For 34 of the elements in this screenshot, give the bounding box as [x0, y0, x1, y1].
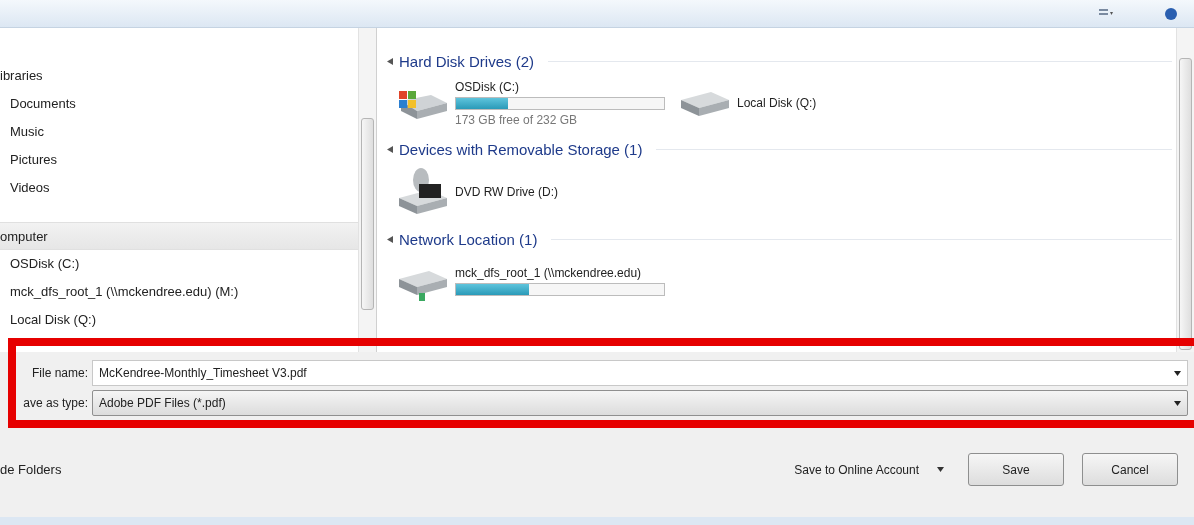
- dropdown-arrow-icon[interactable]: [1174, 370, 1181, 376]
- dialog-button[interactable]: Cancel: [1082, 453, 1178, 486]
- group-heading[interactable]: Network Location (1): [399, 230, 538, 248]
- file-name-field[interactable]: McKendree-Monthly_Timesheet V3.pdf: [92, 360, 1188, 386]
- dialog-button[interactable]: Save: [968, 453, 1064, 486]
- drive-name: OSDisk (C:): [455, 79, 520, 94]
- nav-item[interactable]: mck_dfs_root_1 (\\mckendree.edu) (M:): [0, 278, 358, 306]
- field-label: File name:: [30, 366, 89, 380]
- nav-item[interactable]: Pictures: [0, 146, 358, 174]
- online-account-menu[interactable]: Save to Online Account: [794, 462, 944, 477]
- scrollbar[interactable]: [358, 28, 376, 352]
- collapse-icon[interactable]: [387, 57, 393, 65]
- group-heading[interactable]: Devices with Removable Storage (1): [399, 140, 643, 158]
- free-space-text: 173 GB free of 232 GB: [455, 112, 579, 127]
- nav-group[interactable]: ibraries: [0, 62, 358, 90]
- hide-folders-link[interactable]: de Folders: [0, 462, 62, 477]
- drive-name: Local Disk (Q:): [737, 96, 817, 110]
- nav-item[interactable]: Documents: [0, 90, 358, 118]
- nav-group[interactable]: omputer: [0, 222, 358, 250]
- scrollbar[interactable]: [1176, 28, 1194, 352]
- file-type-dropdown[interactable]: Adobe PDF Files (*.pdf): [92, 390, 1188, 416]
- drive-name: mck_dfs_root_1 (\\mckendree.edu): [455, 266, 643, 280]
- nav-item[interactable]: Music: [0, 118, 358, 146]
- dropdown-arrow-icon[interactable]: [1174, 400, 1181, 406]
- drive-name: DVD RW Drive (D:): [455, 185, 559, 199]
- group-heading[interactable]: Hard Disk Drives (2): [399, 52, 534, 70]
- dropdown-arrow-icon[interactable]: [937, 467, 944, 472]
- help-icon[interactable]: [1164, 6, 1178, 21]
- nav-item[interactable]: Local Disk (Q:): [0, 306, 358, 334]
- nav-item[interactable]: Videos: [0, 174, 358, 202]
- field-label: ave as type:: [22, 396, 89, 410]
- collapse-icon[interactable]: [387, 145, 393, 153]
- collapse-icon[interactable]: [387, 235, 393, 243]
- nav-item[interactable]: OSDisk (C:): [0, 250, 358, 278]
